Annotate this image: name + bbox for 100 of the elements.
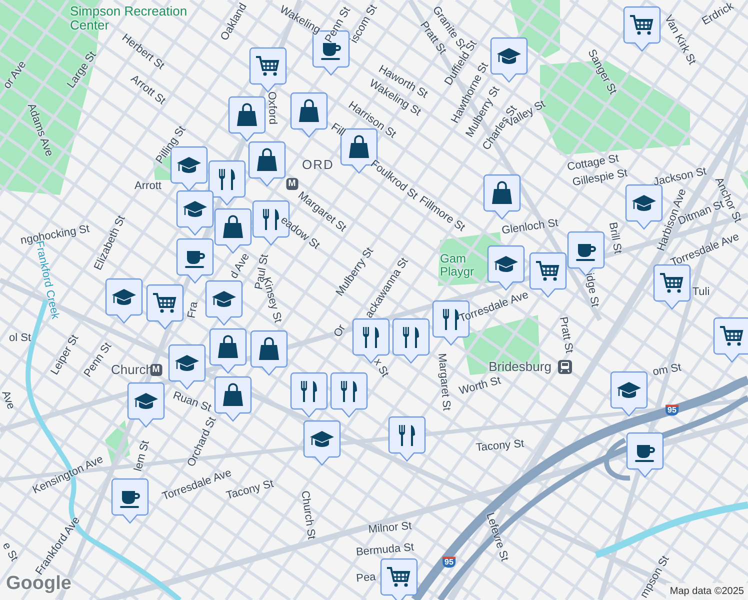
street-label: lem St xyxy=(132,439,152,473)
shopping-cart-icon xyxy=(256,56,280,76)
shopping-marker[interactable] xyxy=(214,376,252,422)
restaurant-marker[interactable] xyxy=(208,160,246,206)
shopping-bag-icon xyxy=(492,181,512,204)
shopping-cart-icon xyxy=(630,15,654,35)
shopping-marker[interactable] xyxy=(209,328,247,374)
street-label: Or xyxy=(332,322,348,340)
grocery-marker[interactable] xyxy=(249,47,287,93)
fork-knife-icon xyxy=(399,425,415,446)
school-marker[interactable] xyxy=(487,245,525,291)
cafe-marker[interactable] xyxy=(626,432,664,478)
street-label: or Ave xyxy=(1,58,29,92)
park-area xyxy=(105,420,130,465)
grocery-marker[interactable] xyxy=(713,317,748,363)
shopping-marker[interactable] xyxy=(248,141,286,187)
shopping-marker[interactable] xyxy=(214,208,252,254)
cafe-marker[interactable] xyxy=(176,238,214,284)
street-label: Pea xyxy=(356,571,376,585)
school-marker[interactable] xyxy=(610,371,648,417)
shopping-cart-icon xyxy=(660,273,684,293)
street-label: Fill xyxy=(328,121,348,139)
street-label: Bermuda St xyxy=(356,541,414,559)
grocery-marker[interactable] xyxy=(623,6,661,52)
grocery-marker[interactable] xyxy=(529,252,567,298)
street-label: e St xyxy=(0,540,20,564)
shopping-marker[interactable] xyxy=(228,96,266,142)
street-label: ol St xyxy=(9,332,31,344)
coffee-cup-icon xyxy=(185,251,205,268)
school-marker[interactable] xyxy=(176,190,214,236)
grocery-marker[interactable] xyxy=(653,264,691,310)
street-label: Fra xyxy=(186,300,200,320)
street-label: Ruan St xyxy=(171,390,213,414)
graduation-cap-icon xyxy=(617,382,641,398)
school-marker[interactable] xyxy=(205,280,243,326)
street-label: x St xyxy=(371,356,391,380)
graduation-cap-icon xyxy=(310,431,334,447)
street-label: idge St xyxy=(583,272,601,308)
street-label: Milnor St xyxy=(368,520,412,536)
shopping-bag-icon xyxy=(259,337,279,360)
school-marker[interactable] xyxy=(105,278,143,324)
street-label: Tacony St xyxy=(225,478,275,502)
metro-icon: M xyxy=(286,178,298,190)
park-area xyxy=(740,170,748,190)
highway-shield-icon: 95 xyxy=(442,556,456,568)
shopping-bag-icon xyxy=(223,215,243,238)
graduation-cap-icon xyxy=(497,48,521,64)
street-label: Brill St xyxy=(606,221,624,255)
restaurant-marker[interactable] xyxy=(352,318,390,364)
graduation-cap-icon xyxy=(632,195,656,211)
coffee-cup-icon xyxy=(635,445,655,462)
school-marker[interactable] xyxy=(490,37,528,83)
map-attribution: Map data ©2025 xyxy=(666,583,748,600)
fork-knife-icon xyxy=(443,309,459,330)
shopping-marker[interactable] xyxy=(290,92,328,138)
shopping-bag-icon xyxy=(349,135,369,158)
coffee-cup-icon xyxy=(321,43,341,60)
shopping-marker[interactable] xyxy=(483,174,521,220)
fork-knife-icon xyxy=(363,327,379,348)
shopping-bag-icon xyxy=(223,383,243,406)
street-label: Tacony St xyxy=(475,438,525,454)
shopping-cart-icon xyxy=(387,567,410,587)
street-label: Pratt St xyxy=(556,316,576,354)
school-marker[interactable] xyxy=(168,344,206,390)
street-label: Adams Ave xyxy=(24,102,56,158)
restaurant-marker[interactable] xyxy=(290,372,328,418)
cafe-marker[interactable] xyxy=(111,478,149,524)
park-label: Gam Playgr xyxy=(440,252,476,278)
graduation-cap-icon xyxy=(177,157,201,173)
graduation-cap-icon xyxy=(494,256,518,272)
fork-knife-icon xyxy=(341,381,357,402)
shopping-marker[interactable] xyxy=(250,330,288,376)
street-label: Lefevre St xyxy=(484,511,510,563)
graduation-cap-icon xyxy=(183,201,207,217)
train-icon xyxy=(558,360,572,374)
fork-knife-icon xyxy=(301,381,317,402)
school-marker[interactable] xyxy=(127,382,165,428)
street-label: Margaret St xyxy=(435,352,453,412)
shopping-cart-icon xyxy=(536,261,560,281)
grocery-marker[interactable] xyxy=(146,284,184,330)
graduation-cap-icon xyxy=(112,289,136,305)
restaurant-marker[interactable] xyxy=(392,318,430,364)
street-label: Oxford xyxy=(265,91,279,125)
street-label: Ave xyxy=(0,389,17,411)
street-label: Tuli xyxy=(692,286,710,298)
shopping-cart-icon xyxy=(720,326,744,346)
highway-shield-icon: 95 xyxy=(666,404,678,416)
coffee-cup-icon xyxy=(120,491,140,508)
school-marker[interactable] xyxy=(303,420,341,466)
graduation-cap-icon xyxy=(175,355,199,371)
shopping-bag-icon xyxy=(257,148,277,171)
district-label: ORD xyxy=(302,158,334,172)
shopping-bag-icon xyxy=(218,335,238,358)
grocery-marker[interactable] xyxy=(380,558,418,600)
graduation-cap-icon xyxy=(212,291,236,307)
street-label: Glenloch St xyxy=(501,217,559,237)
station-label: Bridesburg xyxy=(488,360,552,374)
restaurant-marker[interactable] xyxy=(330,372,368,418)
street-label: Van Kirk St xyxy=(662,13,698,67)
restaurant-marker[interactable] xyxy=(388,416,426,462)
